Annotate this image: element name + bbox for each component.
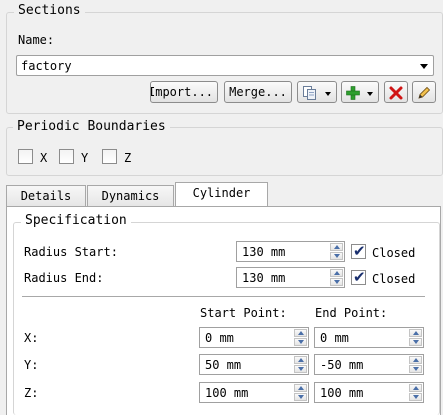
x-end-spinbox[interactable]: 0 mm [314,327,424,348]
merge-button[interactable]: Merge... [224,81,292,103]
specification-title: Specification [21,213,131,229]
periodic-y-label: Y [81,151,89,165]
spin-down-icon[interactable] [409,365,422,373]
spin-up-icon[interactable] [409,329,422,337]
checkmark-icon: ✔ [353,268,366,286]
spin-down-icon[interactable] [294,365,307,373]
name-combobox-value: factory [21,59,72,73]
radius-end-label: Radius End: [24,271,104,285]
spin-up-icon[interactable] [294,329,307,337]
radius-end-closed-label: Closed [372,272,416,286]
spin-down-icon[interactable] [294,338,307,346]
periodic-z-label: Z [124,151,132,165]
delete-icon [388,85,404,102]
name-label: Name: [18,33,55,47]
z-coordinate-label: Z: [24,386,39,400]
copy-sections-button[interactable] [297,81,337,103]
sections-title: Sections [14,3,85,19]
y-start-spinbox[interactable]: 50 mm [199,354,309,375]
radius-start-spinbox[interactable]: 130 mm [236,241,345,262]
import-button[interactable]: Import... [150,81,218,103]
spin-up-icon[interactable] [294,384,307,392]
spin-up-icon[interactable] [294,356,307,364]
divider [22,296,425,297]
radius-end-spinbox[interactable]: 130 mm [236,267,345,288]
x-start-spinbox[interactable]: 0 mm [199,327,309,348]
spin-down-icon[interactable] [409,338,422,346]
radius-start-closed-checkbox[interactable]: ✔ [351,242,366,260]
edit-button[interactable] [412,81,436,103]
periodic-x-label: X [40,151,48,165]
start-point-header: Start Point: [200,306,287,320]
y-coordinate-label: Y: [24,358,39,372]
tab-cylinder[interactable]: Cylinder [175,182,268,206]
radius-end-closed-checkbox[interactable]: ✔ [351,268,366,286]
radius-start-closed-label: Closed [372,246,416,260]
checkmark-icon: ✔ [353,242,366,260]
chevron-down-icon [367,92,373,96]
copy-sections-icon [302,85,318,102]
periodic-z-checkbox[interactable] [102,149,117,164]
radius-start-label: Radius Start: [24,245,118,259]
pencil-icon [416,85,432,102]
spin-up-icon[interactable] [409,356,422,364]
periodic-x-checkbox[interactable] [18,149,33,164]
chevron-down-icon [420,64,428,69]
spin-down-icon[interactable] [330,278,343,286]
name-combobox[interactable]: factory [16,55,434,76]
spin-up-icon[interactable] [330,269,343,277]
add-icon [345,85,361,102]
tab-dynamics[interactable]: Dynamics [87,185,174,206]
chevron-down-icon [325,92,331,96]
tab-details[interactable]: Details [6,185,86,206]
y-end-spinbox[interactable]: -50 mm [314,354,424,375]
z-end-spinbox[interactable]: 100 mm [314,382,424,403]
spin-up-icon[interactable] [330,243,343,251]
spin-down-icon[interactable] [294,393,307,401]
add-button[interactable] [341,81,379,103]
periodic-y-checkbox[interactable] [59,149,74,164]
x-coordinate-label: X: [24,331,39,345]
end-point-header: End Point: [315,306,388,320]
spin-down-icon[interactable] [409,393,422,401]
delete-button[interactable] [384,81,408,103]
spin-up-icon[interactable] [409,384,422,392]
periodic-boundaries-title: Periodic Boundaries [13,119,170,135]
spin-down-icon[interactable] [330,252,343,260]
z-start-spinbox[interactable]: 100 mm [199,382,309,403]
